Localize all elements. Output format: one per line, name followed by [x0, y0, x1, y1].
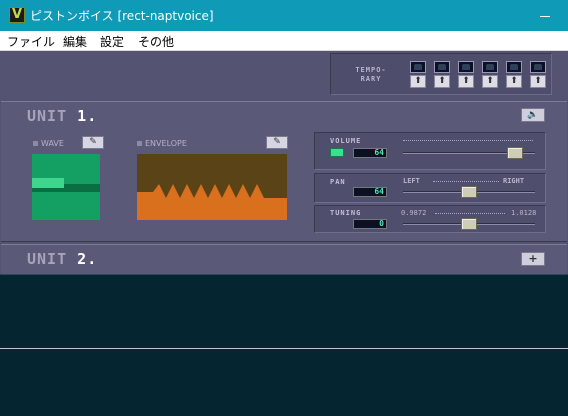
pan-left-label: LEFT [403, 177, 420, 185]
speaker-button[interactable]: 🔈 [521, 108, 545, 122]
main-window: TEMPO- RARY ⬆ ⬆ ⬆ ⬆ ⬆ ⬆ UNIT 1. 🔈 WAVE ✎… [0, 51, 568, 416]
slot-upload-button[interactable]: ⬆ [434, 75, 450, 88]
temporary-panel: TEMPO- RARY ⬆ ⬆ ⬆ ⬆ ⬆ ⬆ [330, 53, 552, 95]
slot-box[interactable] [530, 61, 546, 73]
app-icon-letter: V [12, 7, 23, 22]
menu-other[interactable]: その他 [138, 33, 174, 50]
volume-label: VOLUME [330, 137, 362, 145]
envelope-square-icon [137, 141, 142, 146]
unit-title-word: UNIT [27, 107, 68, 125]
menu-file[interactable]: ファイル [7, 33, 55, 50]
divider-line [0, 348, 568, 349]
tuning-slider-thumb[interactable] [461, 218, 477, 230]
tuning-max-label: 1.0128 [511, 209, 537, 217]
pan-value: 64 [353, 187, 387, 197]
temporary-label-line2: RARY [360, 75, 382, 83]
unit-title-number: 2 [77, 250, 88, 268]
tuning-value: 0 [353, 219, 387, 229]
temporary-slot: ⬆ [506, 61, 522, 88]
pan-slider-thumb[interactable] [461, 186, 477, 198]
pan-scale-dots [433, 181, 499, 182]
minimize-button[interactable] [522, 0, 568, 31]
temporary-label-line1: TEMPO- [355, 66, 387, 74]
slot-upload-button[interactable]: ⬆ [410, 75, 426, 88]
unit-2-title: UNIT 2. [27, 250, 98, 268]
slot-box[interactable] [482, 61, 498, 73]
wave-label: WAVE [33, 139, 64, 148]
pan-label: PAN [330, 178, 346, 186]
volume-led [330, 148, 344, 157]
tuning-scale-dots [435, 213, 505, 214]
temporary-slot: ⬆ [410, 61, 426, 88]
slot-upload-button[interactable]: ⬆ [530, 75, 546, 88]
slot-upload-button[interactable]: ⬆ [482, 75, 498, 88]
wave-square-icon [33, 141, 38, 146]
menu-settings[interactable]: 設定 [100, 33, 124, 50]
temporary-slot: ⬆ [434, 61, 450, 88]
volume-slider-thumb[interactable] [507, 147, 524, 159]
pan-group: PAN 64 LEFT RIGHT [314, 173, 546, 203]
volume-group: VOLUME 64 [314, 132, 546, 170]
tuning-min-label: 0.9872 [401, 209, 427, 217]
slot-box[interactable] [506, 61, 522, 73]
empty-unit-area [0, 274, 568, 416]
volume-scale-dots [403, 140, 533, 141]
unit-1-title: UNIT 1. [27, 107, 98, 125]
slot-box[interactable] [410, 61, 426, 73]
add-unit-button[interactable]: + [521, 252, 545, 266]
wave-label-text: WAVE [41, 139, 64, 148]
slot-box[interactable] [434, 61, 450, 73]
envelope-label-text: ENVELOPE [145, 139, 187, 148]
wave-preview[interactable] [32, 154, 100, 220]
envelope-label: ENVELOPE [137, 139, 187, 148]
wave-edit-button[interactable]: ✎ [82, 136, 104, 149]
temporary-slot: ⬆ [530, 61, 546, 88]
unit-1-panel: UNIT 1. 🔈 WAVE ✎ ENVELOPE ✎ VOLUME 64 PA… [1, 101, 567, 242]
app-icon: V [9, 7, 25, 23]
unit-title-number: 1 [77, 107, 88, 125]
slot-box[interactable] [458, 61, 474, 73]
tuning-group: TUNING 0 0.9872 1.0128 [314, 205, 546, 233]
envelope-edit-button[interactable]: ✎ [266, 136, 288, 149]
slot-upload-button[interactable]: ⬆ [506, 75, 522, 88]
menu-edit[interactable]: 編集 [63, 33, 87, 50]
envelope-preview[interactable] [137, 154, 287, 220]
title-bar: V ピストンボイス [rect-naptvoice] [0, 0, 568, 31]
volume-value: 64 [353, 148, 387, 158]
window-title: ピストンボイス [rect-naptvoice] [30, 9, 214, 23]
slot-upload-button[interactable]: ⬆ [458, 75, 474, 88]
unit-title-word: UNIT [27, 250, 68, 268]
temporary-slot: ⬆ [482, 61, 498, 88]
temporary-slot: ⬆ [458, 61, 474, 88]
envelope-shape [137, 184, 287, 220]
tuning-label: TUNING [330, 209, 362, 217]
pan-right-label: RIGHT [503, 177, 525, 185]
menu-bar: ファイル 編集 設定 その他 [0, 31, 568, 51]
unit-2-bar[interactable]: UNIT 2. + [1, 244, 567, 274]
temporary-label: TEMPO- RARY [345, 66, 397, 84]
